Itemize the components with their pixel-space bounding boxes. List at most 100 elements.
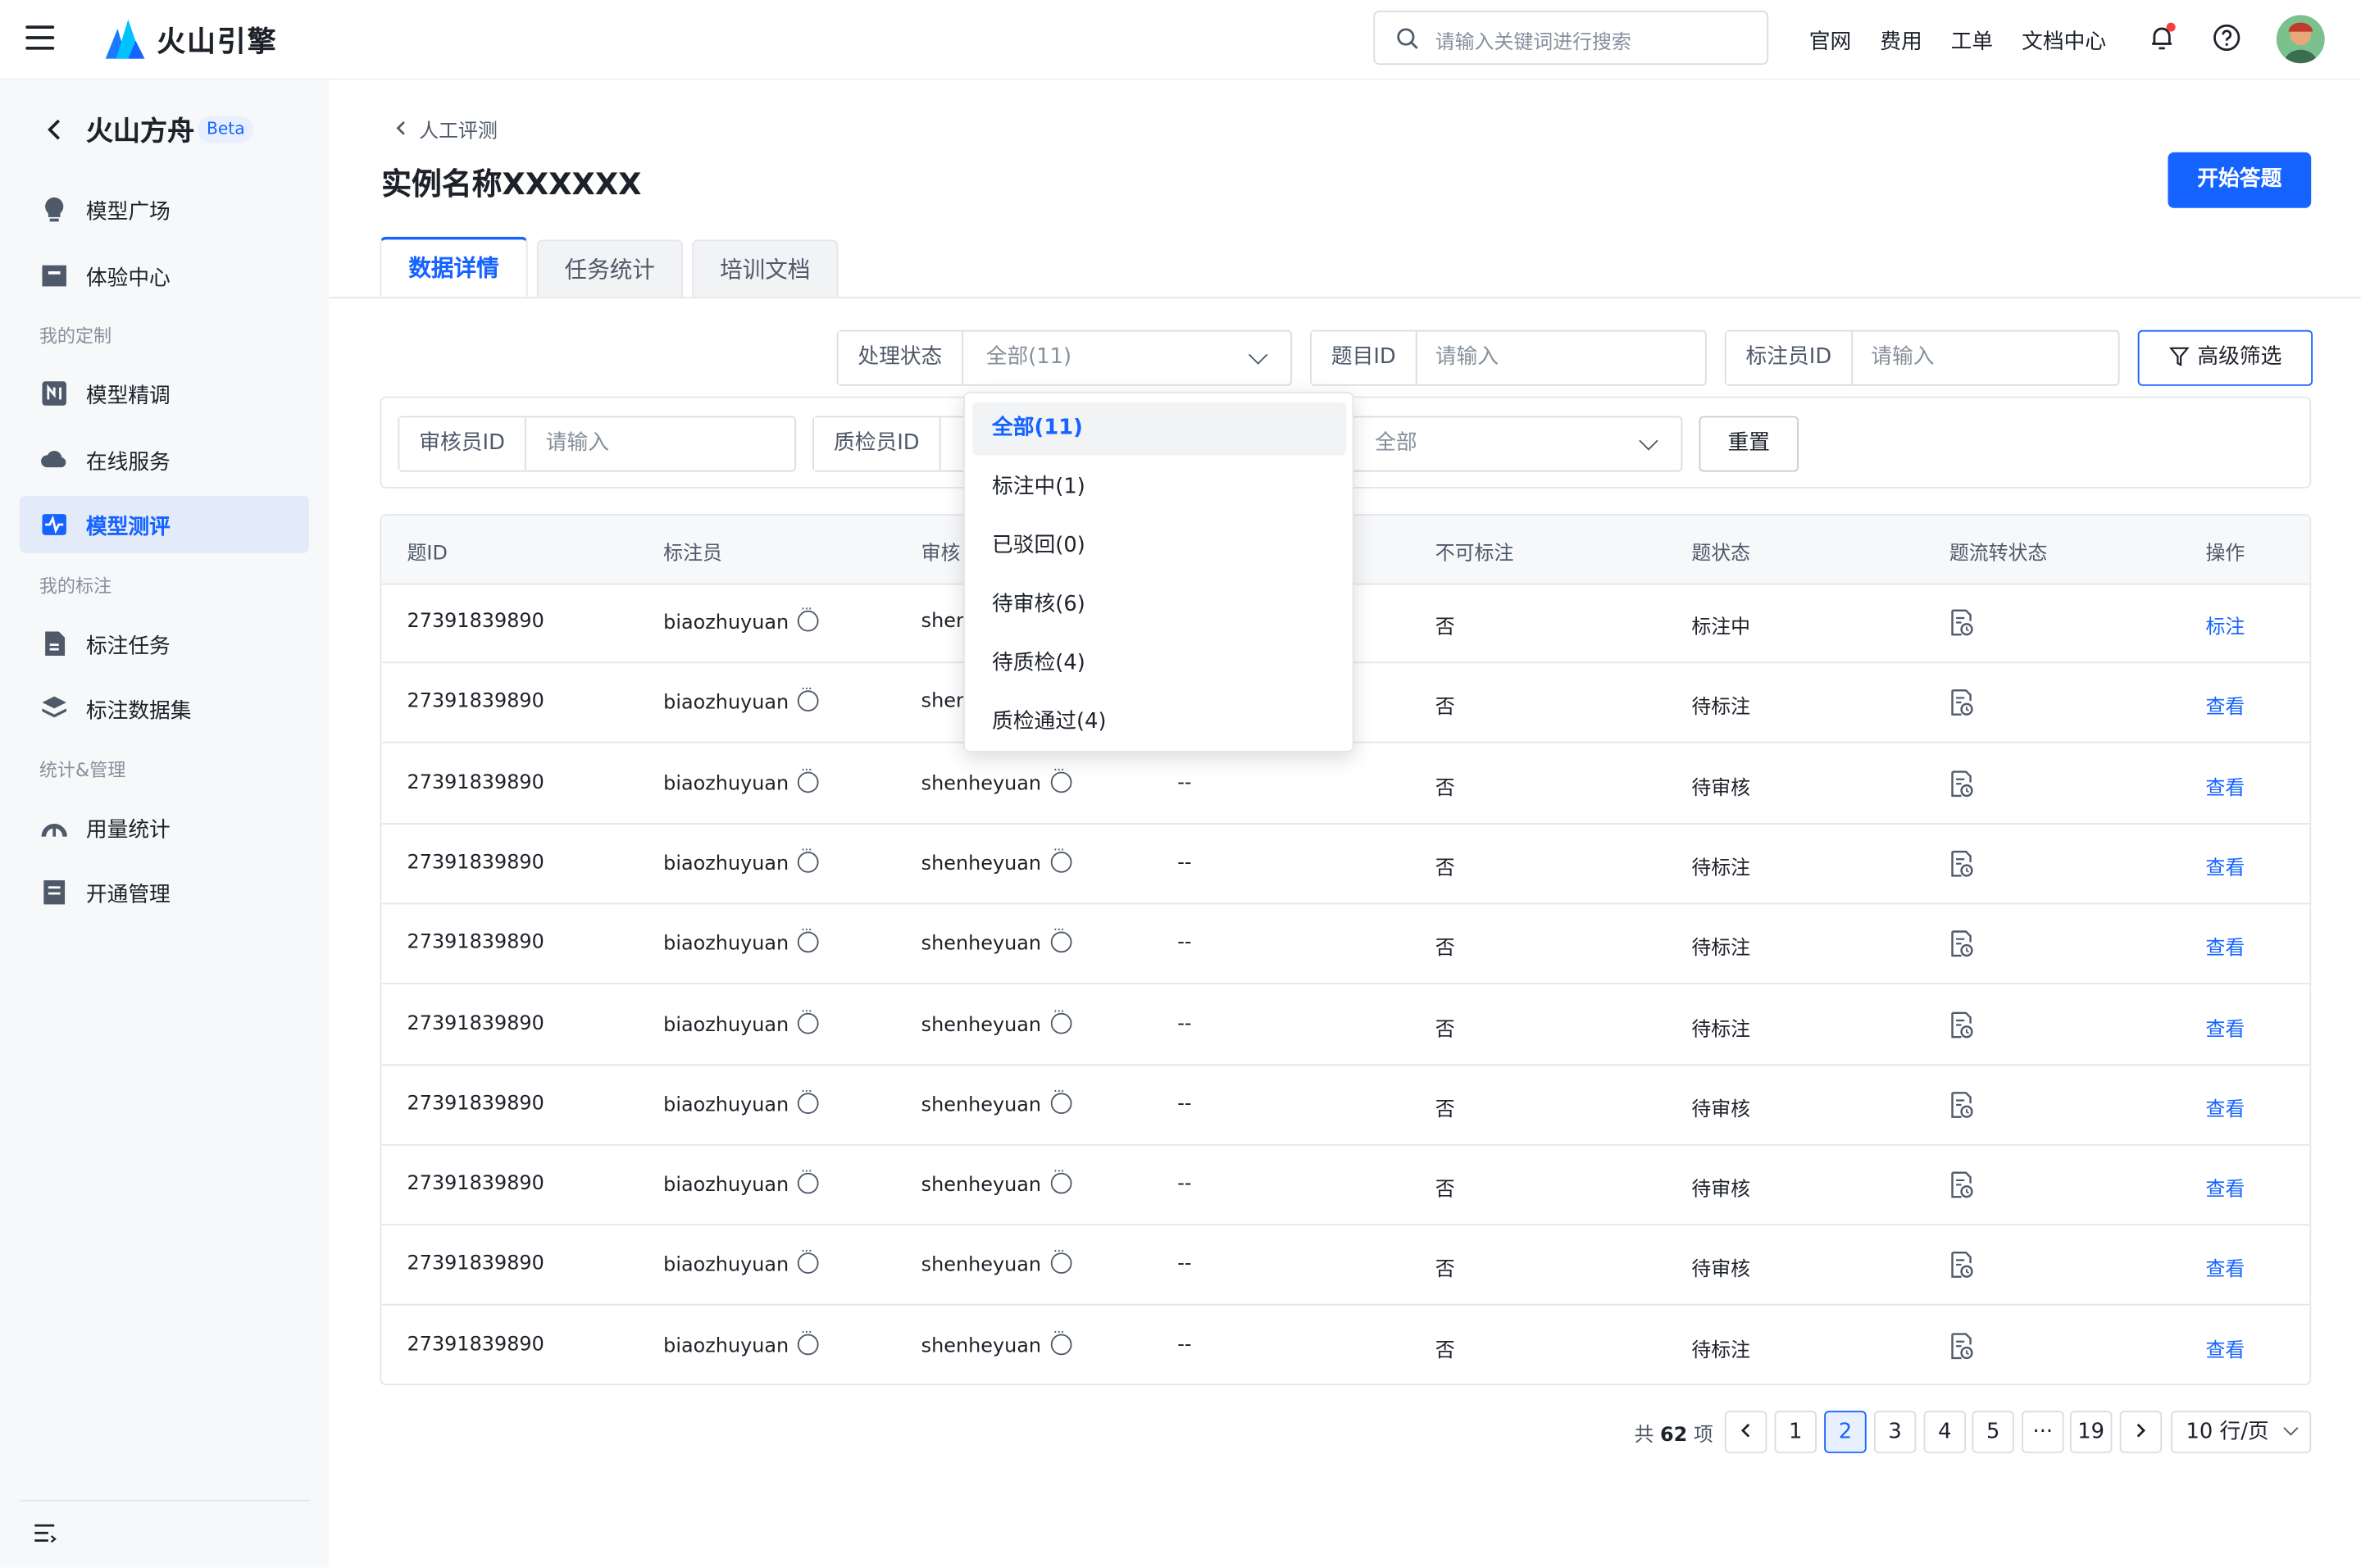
total-count: 共 62 项 xyxy=(1634,1424,1713,1448)
more-icon[interactable] xyxy=(798,925,820,953)
page-button[interactable]: 3 xyxy=(1873,1411,1917,1453)
flow-history-icon[interactable] xyxy=(1949,609,1973,636)
col-annotator: 标注员 xyxy=(663,543,722,566)
advanced-filter-button[interactable]: 高级筛选 xyxy=(2137,330,2313,386)
more-icon[interactable] xyxy=(798,684,820,712)
page-button[interactable]: 1 xyxy=(1774,1411,1817,1453)
more-icon[interactable] xyxy=(1050,925,1071,953)
flow-history-icon[interactable] xyxy=(1949,930,1973,957)
nav-billing[interactable]: 费用 xyxy=(1880,25,1922,56)
sidebar-item-usage-stats[interactable]: 用量统计 xyxy=(20,799,309,857)
dropdown-option-qc-passed[interactable]: 质检通过(4) xyxy=(972,697,1346,749)
nav-docs[interactable]: 文档中心 xyxy=(2022,25,2106,56)
nav-official-site[interactable]: 官网 xyxy=(1809,25,1851,56)
collapse-menu-icon[interactable] xyxy=(33,1522,57,1543)
sidebar-item-model-eval[interactable]: 模型测评 xyxy=(19,496,309,553)
page-size-select[interactable]: 10 行/页 xyxy=(2171,1411,2312,1453)
more-icon[interactable] xyxy=(798,1166,820,1194)
more-icon[interactable] xyxy=(1050,1246,1071,1275)
more-icon[interactable] xyxy=(798,844,820,873)
more-icon[interactable] xyxy=(1050,1326,1071,1355)
more-icon[interactable] xyxy=(798,1005,820,1034)
status-select[interactable]: 处理状态 全部(11) xyxy=(836,330,1293,386)
more-icon[interactable] xyxy=(1050,1085,1071,1114)
cell-unavailable: 否 xyxy=(1435,1018,1455,1041)
row-action-link[interactable]: 查看 xyxy=(2205,1334,2245,1362)
reviewer-id-field[interactable]: 审核员ID 请输入 xyxy=(398,416,796,472)
sidebar-item-model-square[interactable]: 模型广场 xyxy=(20,181,309,239)
advanced-filter-label: 高级筛选 xyxy=(2197,345,2282,370)
flow-history-icon[interactable] xyxy=(1949,1171,1973,1198)
flow-history-icon[interactable] xyxy=(1949,1332,1973,1359)
row-action-link[interactable]: 查看 xyxy=(2205,1012,2245,1041)
more-icon[interactable] xyxy=(798,603,820,632)
flow-history-icon[interactable] xyxy=(1949,689,1973,716)
cell-qc: -- xyxy=(1177,770,1192,794)
row-action-link[interactable]: 查看 xyxy=(2205,691,2245,720)
next-page-button[interactable] xyxy=(2119,1411,2163,1453)
nav-tickets[interactable]: 工单 xyxy=(1951,25,1993,56)
more-icon[interactable] xyxy=(1050,764,1071,793)
sidebar-item-online-service[interactable]: 在线服务 xyxy=(20,431,309,489)
tab-data-details[interactable]: 数据详情 xyxy=(380,236,528,298)
sidebar-item-label: 模型测评 xyxy=(85,515,171,540)
bulb-icon xyxy=(45,197,64,222)
flow-history-icon[interactable] xyxy=(1949,1252,1973,1279)
page-button-current[interactable]: 2 xyxy=(1824,1411,1867,1453)
more-icon[interactable] xyxy=(1050,844,1071,873)
page-title: 实例名称XXXXXX xyxy=(381,166,642,202)
tab-training-docs[interactable]: 培训文档 xyxy=(692,239,839,298)
dropdown-option-rejected[interactable]: 已驳回(0) xyxy=(972,520,1346,572)
dropdown-option-annotating[interactable]: 标注中(1) xyxy=(972,461,1346,514)
dropdown-option-all[interactable]: 全部(11) xyxy=(972,402,1347,456)
sidebar-item-activation[interactable]: 开通管理 xyxy=(20,864,309,921)
more-icon[interactable] xyxy=(798,1246,820,1275)
help-icon[interactable] xyxy=(2212,23,2242,53)
back-chevron-icon[interactable] xyxy=(47,119,61,140)
prev-page-button[interactable] xyxy=(1724,1411,1767,1453)
sidebar-item-fine-tune[interactable]: 模型精调 xyxy=(20,365,309,422)
row-action-link[interactable]: 查看 xyxy=(2205,1093,2245,1121)
page-button[interactable]: 19 xyxy=(2069,1411,2113,1453)
annotator-id-field[interactable]: 标注员ID 请输入 xyxy=(1724,330,2120,386)
sidebar-item-experience-center[interactable]: 体验中心 xyxy=(20,248,309,305)
sidebar-item-annotation-task[interactable]: 标注任务 xyxy=(20,615,309,672)
dropdown-option-pending-review[interactable]: 待审核(6) xyxy=(972,579,1346,631)
question-id-field[interactable]: 题目ID 请输入 xyxy=(1310,330,1707,386)
row-action-link[interactable]: 查看 xyxy=(2205,932,2245,961)
sidebar-item-annotation-dataset[interactable]: 标注数据集 xyxy=(20,679,309,737)
row-action-link[interactable]: 查看 xyxy=(2205,771,2245,800)
more-icon[interactable] xyxy=(798,764,820,793)
breadcrumb[interactable]: 人工评测 xyxy=(419,115,498,143)
row-action-link[interactable]: 查看 xyxy=(2205,852,2245,880)
start-answer-button[interactable]: 开始答题 xyxy=(2168,152,2312,208)
flow-history-icon[interactable] xyxy=(1949,850,1973,877)
tab-task-stats[interactable]: 任务统计 xyxy=(536,239,684,298)
dropdown-option-pending-qc[interactable]: 待质检(4) xyxy=(972,638,1346,690)
page-ellipsis[interactable]: ··· xyxy=(2022,1411,2064,1453)
app-root: 火山引擎 请输入关键词进行搜索 官网 费用 工单 文档中心 火山方舟 Beta … xyxy=(0,0,2361,1568)
brand-logo[interactable]: 火山引擎 xyxy=(102,18,277,60)
cell-annotator: biaozhuyuan xyxy=(663,1326,820,1357)
row-action-link[interactable]: 标注 xyxy=(2205,611,2245,639)
menu-icon[interactable] xyxy=(25,25,55,50)
more-icon[interactable] xyxy=(798,1085,820,1114)
flow-history-icon[interactable] xyxy=(1949,770,1973,797)
more-icon[interactable] xyxy=(1050,1166,1071,1194)
page-button[interactable]: 5 xyxy=(1972,1411,2014,1453)
bell-icon[interactable] xyxy=(2147,22,2177,53)
cell-unavailable: 否 xyxy=(1435,697,1455,720)
reset-button[interactable]: 重置 xyxy=(1699,416,1799,472)
flow-history-icon[interactable] xyxy=(1949,1011,1973,1038)
avatar[interactable] xyxy=(2276,15,2325,64)
page-button[interactable]: 4 xyxy=(1923,1411,1967,1453)
search-input[interactable]: 请输入关键词进行搜索 xyxy=(1373,10,1769,66)
breadcrumb-back-icon[interactable] xyxy=(395,120,407,135)
status-filter-select[interactable]: 全部 xyxy=(1350,416,1683,472)
more-icon[interactable] xyxy=(798,1326,820,1355)
row-action-link[interactable]: 查看 xyxy=(2205,1173,2245,1202)
flow-history-icon[interactable] xyxy=(1949,1091,1973,1118)
page-size-value: 10 行/页 xyxy=(2186,1420,2269,1444)
more-icon[interactable] xyxy=(1050,1005,1071,1034)
row-action-link[interactable]: 查看 xyxy=(2205,1253,2245,1282)
